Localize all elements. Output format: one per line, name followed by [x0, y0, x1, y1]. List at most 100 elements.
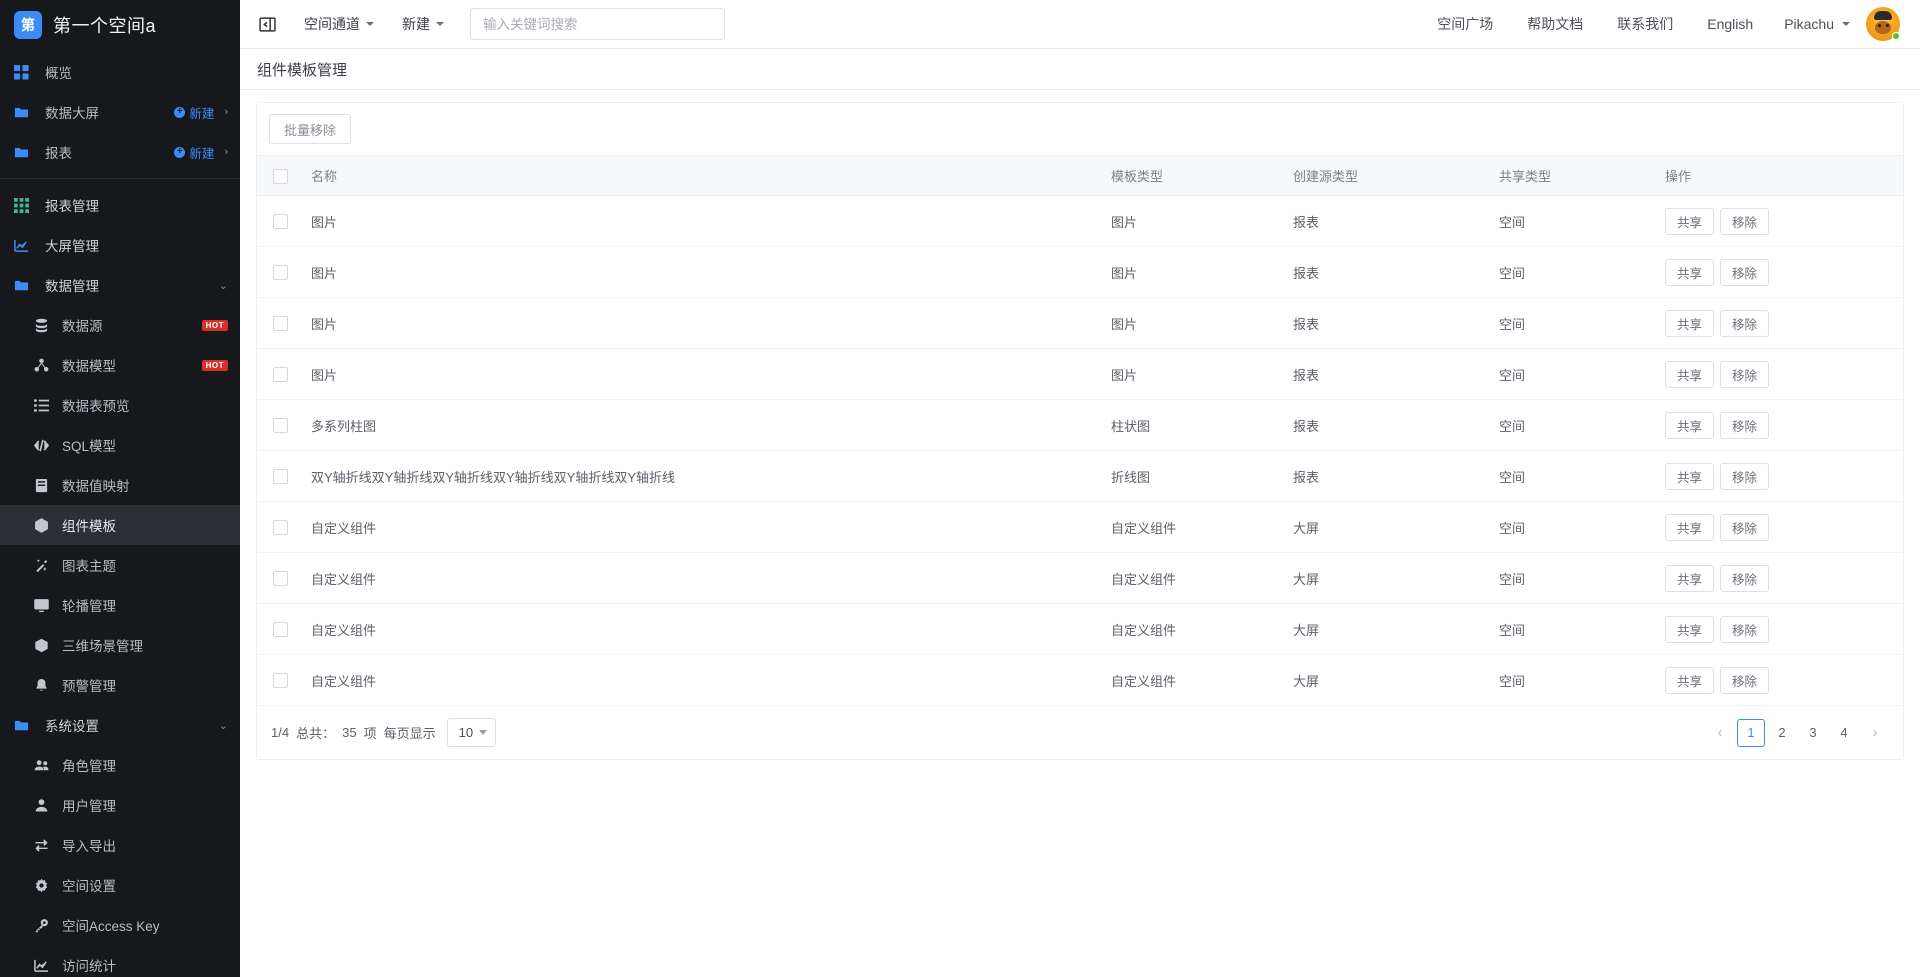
chevron-right-icon[interactable]: ›	[224, 146, 228, 158]
remove-button[interactable]: 移除	[1720, 462, 1770, 490]
row-checkbox[interactable]	[273, 571, 288, 587]
logo-badge: 第	[14, 10, 42, 39]
transfer-icon	[34, 837, 52, 853]
sidebar-item-access-key[interactable]: 空间Access Key	[0, 905, 240, 945]
user-menu[interactable]: Pikachu	[1770, 16, 1860, 32]
sidebar-item-carousel[interactable]: 轮播管理	[0, 585, 240, 625]
search-box[interactable]	[470, 8, 725, 40]
sidebar-item-3d-scene[interactable]: 三维场景管理	[0, 625, 240, 665]
avatar[interactable]	[1866, 7, 1900, 41]
cell-name: 自定义组件	[299, 501, 1099, 553]
workspace-name: 第一个空间a	[53, 15, 157, 36]
cell-operations: 共享 移除	[1653, 654, 1903, 706]
row-select-cell	[257, 603, 299, 655]
chevron-down-icon[interactable]: ⌄	[219, 279, 228, 292]
cell-template-type: 自定义组件	[1099, 603, 1281, 655]
cell-template-type: 自定义组件	[1099, 552, 1281, 604]
sidebar-item-alert[interactable]: 预警管理	[0, 665, 240, 705]
remove-button[interactable]: 移除	[1720, 207, 1770, 235]
sidebar-group-system-settings[interactable]: 系统设置 ⌄	[0, 705, 240, 745]
chevron-right-icon[interactable]: ›	[224, 106, 228, 118]
sidebar-group-data-management[interactable]: 数据管理 ⌄	[0, 265, 240, 305]
remove-button[interactable]: 移除	[1720, 615, 1770, 643]
share-button[interactable]: 共享	[1665, 258, 1715, 286]
sidebar-item-report[interactable]: 报表 + 新建 ›	[0, 132, 240, 172]
share-button[interactable]: 共享	[1665, 462, 1715, 490]
share-button[interactable]: 共享	[1665, 666, 1715, 694]
menu-space-channel[interactable]: 空间通道	[290, 0, 388, 49]
row-checkbox[interactable]	[273, 520, 288, 536]
table-header-row: 名称 模板类型 创建源类型 共享类型 操作	[257, 155, 1903, 196]
row-select-cell	[257, 297, 299, 349]
table-row: 双Y轴折线双Y轴折线双Y轴折线双Y轴折线双Y轴折线双Y轴折线 折线图 报表 空间 共享移…	[257, 450, 1903, 502]
share-button[interactable]: 共享	[1665, 360, 1715, 388]
sidebar-item-space-settings[interactable]: 空间设置	[0, 865, 240, 905]
link-space-plaza[interactable]: 空间广场	[1420, 14, 1510, 34]
row-checkbox[interactable]	[273, 367, 288, 383]
sidebar-item-role-admin[interactable]: 角色管理	[0, 745, 240, 785]
row-checkbox[interactable]	[273, 214, 288, 230]
menu-create-new[interactable]: 新建	[388, 0, 458, 49]
share-button[interactable]: 共享	[1665, 411, 1715, 439]
sidebar-item-table-preview[interactable]: 数据表预览	[0, 385, 240, 425]
folder-icon	[14, 277, 34, 293]
share-button[interactable]: 共享	[1665, 615, 1715, 643]
remove-button[interactable]: 移除	[1720, 309, 1770, 337]
row-checkbox[interactable]	[273, 316, 288, 332]
search-input[interactable]	[483, 16, 712, 32]
row-checkbox[interactable]	[273, 418, 288, 434]
remove-button[interactable]: 移除	[1720, 513, 1770, 541]
cell-name: 多系列柱图	[299, 399, 1099, 451]
remove-button[interactable]: 移除	[1720, 360, 1770, 388]
row-checkbox[interactable]	[273, 673, 288, 689]
row-checkbox[interactable]	[273, 265, 288, 281]
share-button[interactable]: 共享	[1665, 309, 1715, 337]
share-button[interactable]: 共享	[1665, 207, 1715, 235]
sidebar-item-datamodel[interactable]: 数据模型 HOT	[0, 345, 240, 385]
sidebar-item-datasource[interactable]: 数据源 HOT	[0, 305, 240, 345]
cell-template-type: 柱状图	[1099, 399, 1281, 451]
table-toolbar: 批量移除	[257, 103, 1903, 155]
sidebar-item-chart-theme[interactable]: 图表主题	[0, 545, 240, 585]
sidebar-item-label: 轮播管理	[62, 599, 116, 614]
link-help-docs[interactable]: 帮助文档	[1510, 14, 1600, 34]
chevron-down-icon[interactable]: ⌄	[219, 719, 228, 732]
batch-remove-button[interactable]: 批量移除	[269, 114, 352, 144]
sidebar-item-value-mapping[interactable]: 数据值映射	[0, 465, 240, 505]
create-report-button[interactable]: + 新建	[174, 143, 214, 162]
per-page-select[interactable]: 10	[446, 718, 497, 747]
pagination-next[interactable]: ›	[1861, 718, 1889, 747]
pagination-page[interactable]: 1	[1737, 718, 1765, 747]
link-contact-us[interactable]: 联系我们	[1600, 14, 1690, 34]
sidebar-item-import-export[interactable]: 导入导出	[0, 825, 240, 865]
select-all-checkbox[interactable]	[273, 168, 288, 184]
share-button[interactable]: 共享	[1665, 513, 1715, 541]
sidebar-item-component-template[interactable]: 组件模板	[0, 505, 240, 545]
remove-button[interactable]: 移除	[1720, 564, 1770, 592]
cell-name: 图片	[299, 246, 1099, 298]
remove-button[interactable]: 移除	[1720, 258, 1770, 286]
pagination-page[interactable]: 2	[1768, 718, 1796, 747]
sidebar-item-sql-model[interactable]: SQL模型	[0, 425, 240, 465]
collapse-sidebar-icon[interactable]	[254, 11, 280, 37]
remove-button[interactable]: 移除	[1720, 666, 1770, 694]
pagination-prev[interactable]: ‹	[1706, 718, 1734, 747]
sidebar-item-screen-admin[interactable]: 大屏管理	[0, 225, 240, 265]
row-checkbox[interactable]	[273, 469, 288, 485]
table-row: 自定义组件 自定义组件 大屏 空间 共享 移除	[257, 654, 1903, 706]
cell-operations: 共享 移除	[1653, 348, 1903, 400]
sidebar-item-report-admin[interactable]: 报表管理	[0, 185, 240, 225]
sidebar-item-data-screen[interactable]: 数据大屏 + 新建 ›	[0, 92, 240, 132]
sidebar-item-user-admin[interactable]: 用户管理	[0, 785, 240, 825]
workspace-logo[interactable]: 第 第一个空间a	[0, 0, 240, 49]
create-data-screen-button[interactable]: + 新建	[174, 103, 214, 122]
remove-button[interactable]: 移除	[1720, 411, 1770, 439]
sidebar-item-overview[interactable]: 概览	[0, 52, 240, 92]
sidebar-item-visit-stats[interactable]: 访问统计	[0, 945, 240, 977]
sidebar-top-group: 概览 数据大屏 + 新建 › 报表 + 新建 ›	[0, 49, 240, 179]
pagination-page[interactable]: 3	[1799, 718, 1827, 747]
link-language-english[interactable]: English	[1690, 16, 1770, 32]
row-checkbox[interactable]	[273, 622, 288, 638]
share-button[interactable]: 共享	[1665, 564, 1715, 592]
pagination-page[interactable]: 4	[1830, 718, 1858, 747]
